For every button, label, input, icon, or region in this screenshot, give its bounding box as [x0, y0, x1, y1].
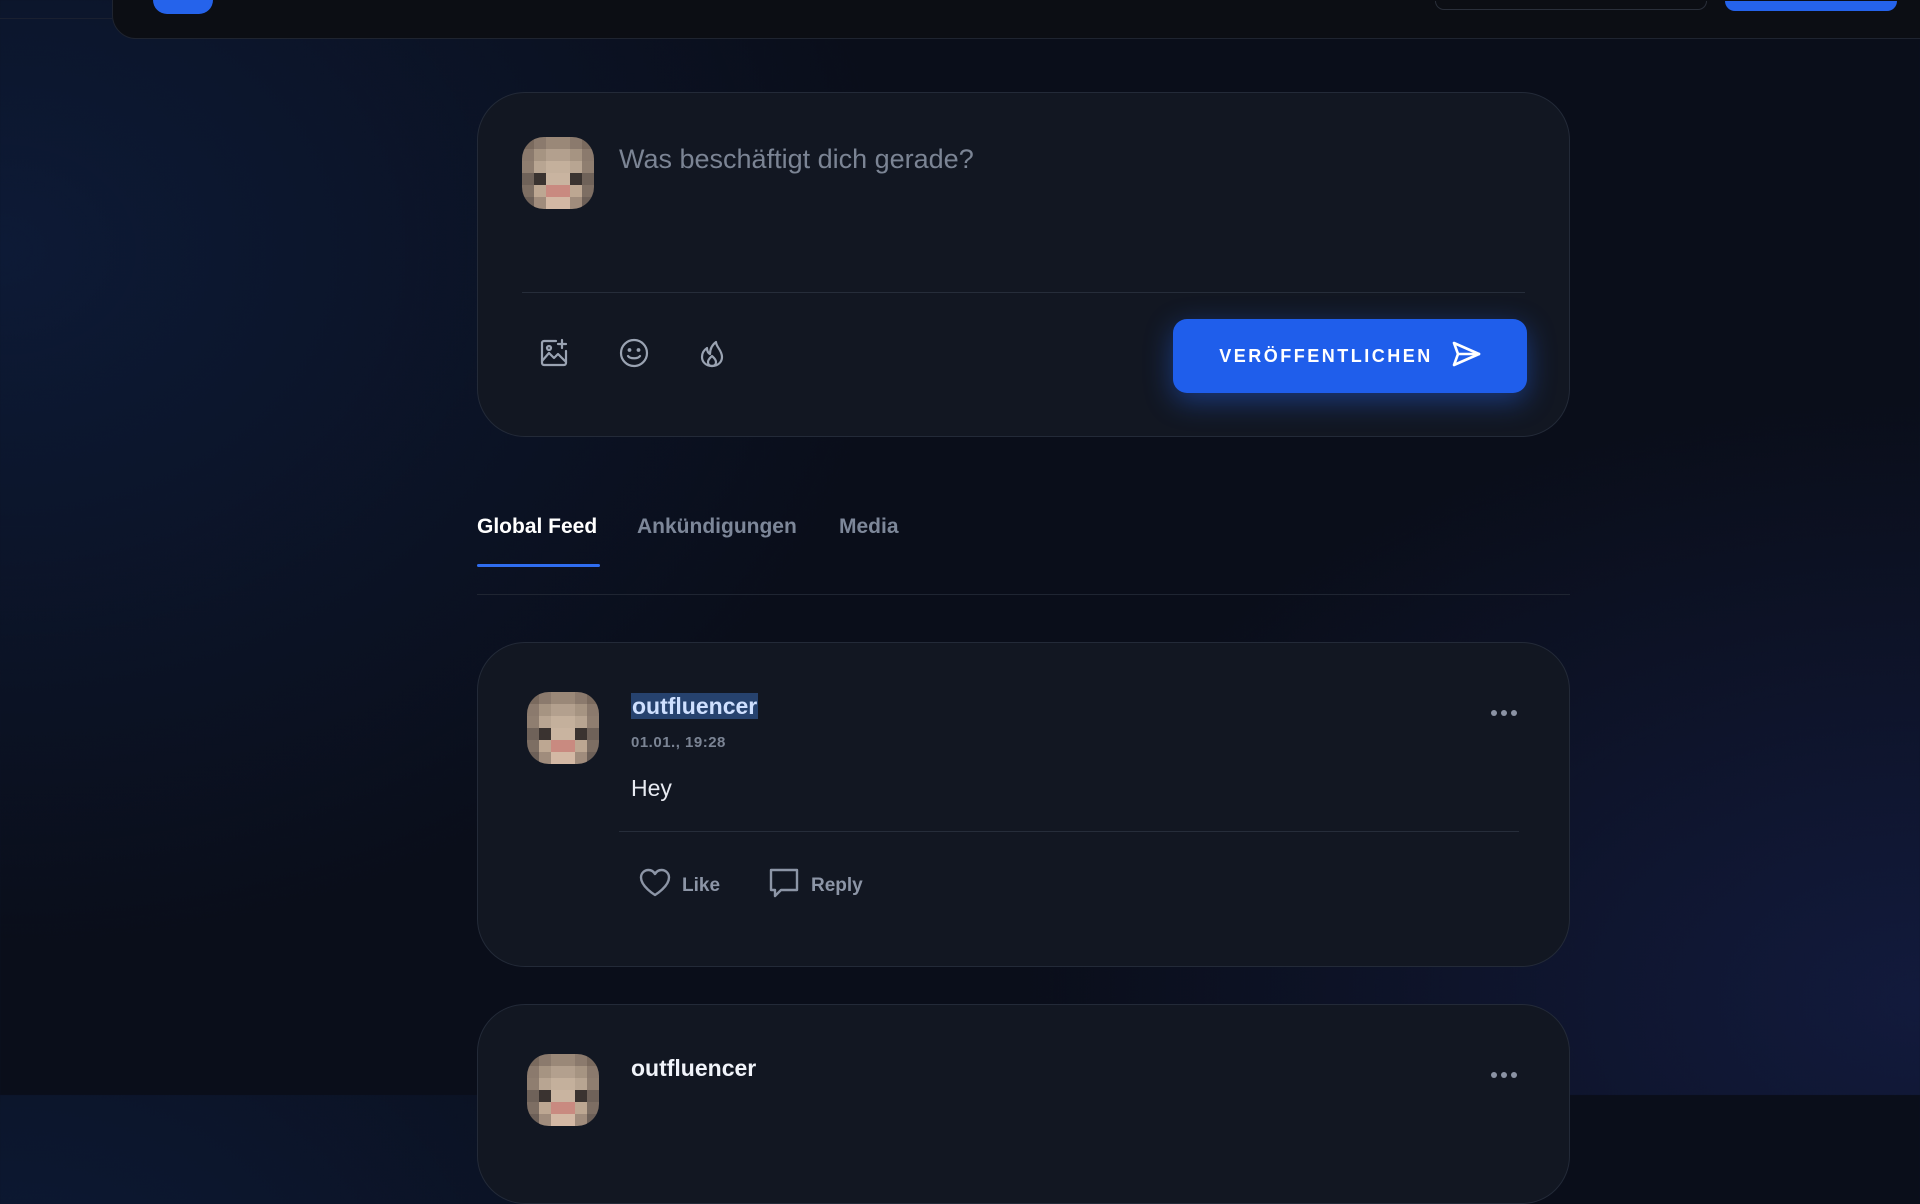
publish-label: VERÖFFENTLICHEN	[1219, 345, 1433, 366]
post-timestamp: 01.01., 19:28	[631, 734, 726, 751]
composer-input[interactable]: Was beschäftigt dich gerade?	[619, 144, 974, 175]
post-composer: Was beschäftigt dich gerade? VERÖFFENTLI…	[477, 92, 1570, 437]
post-divider	[619, 831, 1519, 832]
reply-label: Reply	[811, 875, 863, 896]
search-field[interactable]	[1435, 1, 1707, 10]
heart-icon	[638, 867, 672, 905]
tab-media[interactable]: Media	[839, 515, 899, 539]
active-tab-indicator	[477, 564, 600, 567]
primary-nav-button[interactable]	[1725, 1, 1897, 11]
more-options-icon[interactable]	[1484, 1060, 1524, 1090]
post-username[interactable]: outfluencer	[631, 693, 759, 720]
post-card: outfluencer 01.01., 19:28 Hey Like Reply	[477, 642, 1570, 967]
more-options-icon[interactable]	[1484, 698, 1524, 728]
flame-icon[interactable]	[692, 333, 732, 373]
app-logo[interactable]	[153, 0, 213, 14]
like-button[interactable]: Like	[638, 868, 720, 904]
send-icon	[1451, 341, 1481, 372]
feed-tabs: Global Feed Ankündigungen Media	[477, 505, 1570, 595]
publish-button[interactable]: VERÖFFENTLICHEN	[1173, 319, 1527, 393]
post-author-avatar[interactable]	[527, 1054, 599, 1126]
post-author-avatar[interactable]	[527, 692, 599, 764]
user-avatar	[522, 137, 594, 209]
top-navigation-bar	[112, 0, 1920, 39]
post-card: outfluencer	[477, 1004, 1570, 1204]
tab-global-feed[interactable]: Global Feed	[477, 515, 597, 539]
emoji-icon[interactable]	[614, 333, 654, 373]
tab-announcements[interactable]: Ankündigungen	[637, 515, 797, 539]
post-content: Hey	[631, 775, 672, 801]
post-username[interactable]: outfluencer	[631, 1055, 756, 1082]
image-add-icon[interactable]	[534, 333, 574, 373]
composer-divider	[522, 292, 1525, 293]
like-label: Like	[682, 875, 721, 896]
top-divider-line	[0, 18, 112, 19]
reply-button[interactable]: Reply	[767, 868, 863, 904]
comment-icon	[767, 866, 801, 906]
